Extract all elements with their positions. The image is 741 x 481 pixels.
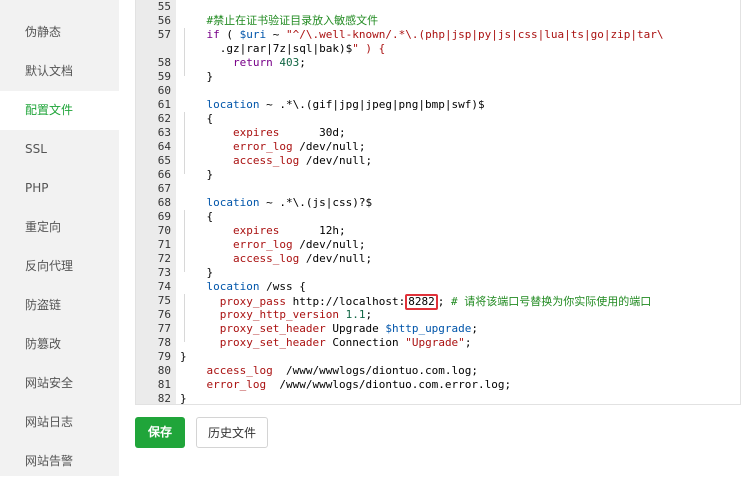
code-line[interactable]: 79} [136,350,740,364]
code-text[interactable]: location ~ .*\.(js|css)?$ [180,196,373,210]
code-line[interactable]: 80 access_log /www/wwwlogs/diontuo.com.l… [136,364,740,378]
code-line[interactable]: 72 access_log /dev/null; [136,252,740,266]
code-text[interactable]: access_log /dev/null; [180,252,372,266]
config-code-editor[interactable]: 55 56 #禁止在证书验证目录放入敏感文件 57 if ( $uri ~ "^/\… [135,0,741,405]
line-number: 68 [157,196,171,209]
code-line[interactable]: 60 [136,84,740,98]
code-text[interactable]: expires 30d; [180,126,346,140]
code-line[interactable]: 74 location /wss { [136,280,740,294]
code-line[interactable]: 61 location ~ .*\.(gif|jpg|jpeg|png|bmp|… [136,98,740,112]
line-number: 77 [157,322,171,335]
line-number: 64 [157,140,171,153]
code-line[interactable]: 65 access_log /dev/null; [136,154,740,168]
code-text[interactable]: { [180,112,213,126]
code-text[interactable]: expires 12h; [180,224,346,238]
sidebar-item[interactable]: 默认文档 [0,52,119,91]
line-number: 62 [157,112,171,125]
sidebar-item[interactable]: 反向代理 [0,247,119,286]
code-line[interactable]: 63 expires 30d; [136,126,740,140]
line-number: 72 [157,252,171,265]
line-number: 61 [157,98,171,111]
code-line[interactable]: 58 return 403; [136,56,740,70]
code-text[interactable]: proxy_set_header Connection "Upgrade"; [180,336,472,350]
sidebar-item[interactable]: 重定向 [0,208,119,247]
save-button[interactable]: 保存 [135,417,185,448]
code-text[interactable]: location /wss { [180,280,306,294]
sidebar-item[interactable]: 网站告警 [0,442,119,481]
code-line[interactable]: 77 proxy_set_header Upgrade $http_upgrad… [136,322,740,336]
line-number: 69 [157,210,171,223]
line-number: 56 [157,14,171,27]
line-number: 71 [157,238,171,251]
code-line[interactable]: 56 #禁止在证书验证目录放入敏感文件 [136,14,740,28]
sidebar-item[interactable]: 防篡改 [0,325,119,364]
line-number: 55 [157,0,171,13]
line-number: 73 [157,266,171,279]
code-text[interactable]: } [180,392,187,404]
sidebar-item[interactable]: 防盗链 [0,286,119,325]
code-text[interactable]: access_log /www/wwwlogs/diontuo.com.log; [180,364,479,378]
code-line[interactable]: 67 [136,182,740,196]
code-text[interactable]: location ~ .*\.(gif|jpg|jpeg|png|bmp|swf… [180,98,485,112]
code-line[interactable]: 62 { [136,112,740,126]
code-text[interactable]: #禁止在证书验证目录放入敏感文件 [180,14,378,28]
line-number: 57 [157,28,171,41]
sidebar-item[interactable]: 配置文件 [0,91,119,130]
code-text[interactable]: } [180,168,213,182]
code-text[interactable]: .gz|rar|7z|sql|bak)$" ) { [180,42,386,56]
line-number: 75 [157,294,171,307]
sidebar-item[interactable]: SSL [0,130,119,169]
line-number: 66 [157,168,171,181]
sidebar-item[interactable]: 伪静态 [0,13,119,52]
code-text[interactable]: access_log /dev/null; [180,154,372,168]
line-number: 74 [157,280,171,293]
code-line[interactable]: 66 } [136,168,740,182]
code-text[interactable]: proxy_set_header Upgrade $http_upgrade; [180,322,478,336]
code-text[interactable]: error_log /dev/null; [180,238,365,252]
code-line[interactable]: 57 if ( $uri ~ "^/\.well-known/.*\.(php|… [136,28,740,42]
line-number: 70 [157,224,171,237]
code-line[interactable]: .gz|rar|7z|sql|bak)$" ) { [136,42,740,56]
code-line[interactable]: 68 location ~ .*\.(js|css)?$ [136,196,740,210]
code-line[interactable]: 81 error_log /www/wwwlogs/diontuo.com.er… [136,378,740,392]
code-text[interactable]: proxy_http_version 1.1; [180,308,372,322]
sidebar: 伪静态 默认文档 配置文件 SSL PHP 重定向 反向代理 防盗链 防篡改 网站安全 网站日志 网站… [0,0,119,476]
line-number: 67 [157,182,171,195]
sidebar-item[interactable]: 网站日志 [0,403,119,442]
code-text[interactable]: error_log /dev/null; [180,140,365,154]
code-line[interactable]: 76 proxy_http_version 1.1; [136,308,740,322]
line-number: 81 [157,378,171,391]
line-number: 63 [157,126,171,139]
code-line[interactable]: 71 error_log /dev/null; [136,238,740,252]
code-line[interactable]: 73 } [136,266,740,280]
code-text[interactable]: error_log /www/wwwlogs/diontuo.com.error… [180,378,512,392]
code-line[interactable]: 64 error_log /dev/null; [136,140,740,154]
code-line[interactable]: 55 [136,0,740,14]
line-number: 65 [157,154,171,167]
code-text[interactable]: { [180,210,213,224]
line-number: 76 [157,308,171,321]
line-number: 80 [157,364,171,377]
code-text[interactable]: if ( $uri ~ "^/\.well-known/.*\.(php|jsp… [180,28,664,42]
code-line[interactable]: 70 expires 12h; [136,224,740,238]
line-number: 60 [157,84,171,97]
code-text[interactable]: } [180,350,187,364]
code-text[interactable]: } [180,70,213,84]
code-line[interactable]: 78 proxy_set_header Connection "Upgrade"… [136,336,740,350]
code-line[interactable]: 75 proxy_pass http://localhost: 8282; # 请… [136,294,740,310]
line-number: 58 [157,56,171,69]
sidebar-item[interactable]: PHP [0,169,119,208]
code-text[interactable]: } [180,266,213,280]
code-line[interactable]: 82} [136,392,740,405]
code-line[interactable]: 69 { [136,210,740,224]
sidebar-item[interactable]: 网站安全 [0,364,119,403]
line-number: 79 [157,350,171,363]
line-number: 82 [157,392,171,405]
code-text[interactable]: return 403; [180,56,306,70]
code-line[interactable]: 59 } [136,70,740,84]
history-files-button[interactable]: 历史文件 [196,417,268,448]
line-number: 59 [157,70,171,83]
line-number: 78 [157,336,171,349]
